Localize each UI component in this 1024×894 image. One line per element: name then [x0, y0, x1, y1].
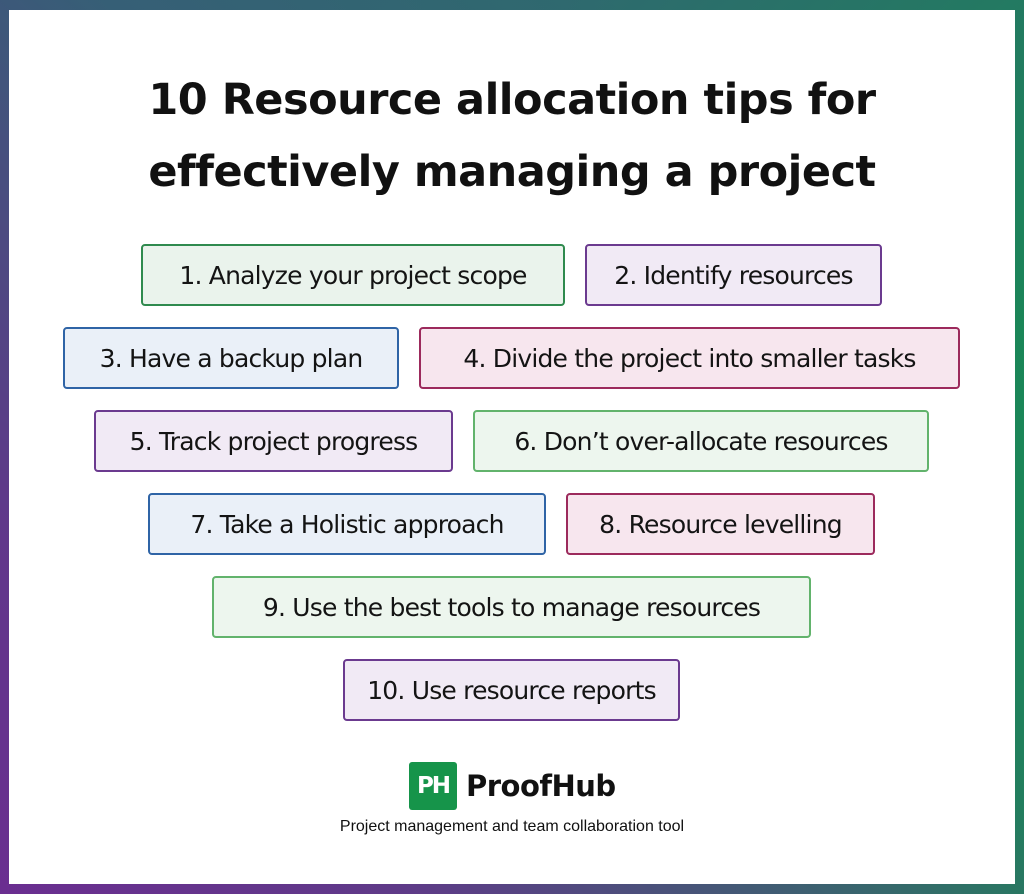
tip-3-backup-plan: 3. Have a backup plan: [63, 327, 399, 389]
tip-8-resource-levelling: 8. Resource levelling: [566, 493, 875, 555]
title-line-1: 10 Resource allocation tips for: [148, 75, 876, 125]
brand-tagline: Project management and team collaboratio…: [339, 818, 685, 835]
tip-5-track-progress: 5. Track project progress: [94, 410, 453, 472]
title-line-2: effectively managing a project: [148, 147, 876, 197]
proofhub-logo-icon: PH: [409, 762, 457, 810]
tip-6-dont-overallocate: 6. Don’t over-allocate resources: [473, 410, 929, 472]
tip-7-holistic-approach: 7. Take a Holistic approach: [148, 493, 546, 555]
proofhub-logo: PH ProofHub: [409, 762, 616, 810]
tip-1-analyze-scope: 1. Analyze your project scope: [141, 244, 565, 306]
tip-4-divide-project: 4. Divide the project into smaller tasks: [419, 327, 960, 389]
page-title: 10 Resource allocation tips for effectiv…: [0, 64, 1024, 208]
tip-2-identify-resources: 2. Identify resources: [585, 244, 882, 306]
tip-9-best-tools: 9. Use the best tools to manage resource…: [212, 576, 811, 638]
brand-name: ProofHub: [466, 769, 616, 803]
tip-10-resource-reports: 10. Use resource reports: [343, 659, 680, 721]
